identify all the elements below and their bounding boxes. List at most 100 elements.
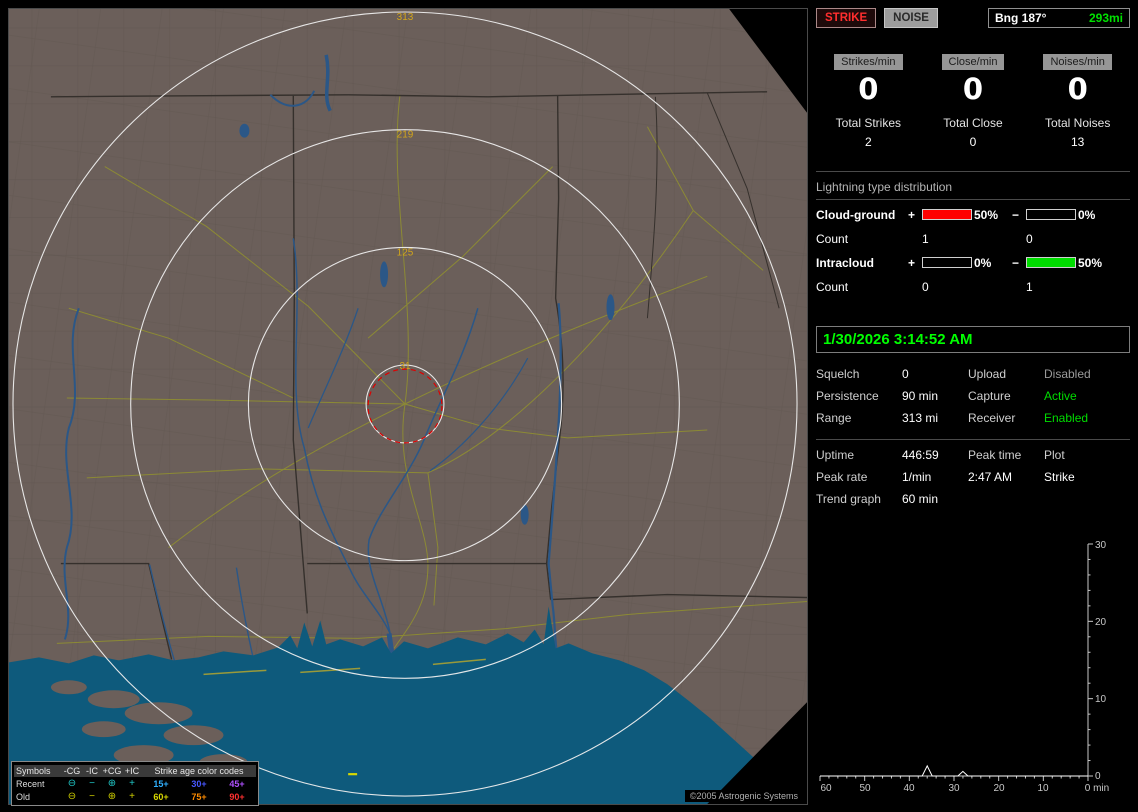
intracloud-label: Intracloud [816,255,875,270]
plot-value: Strike [1044,469,1075,484]
cloud-ground-count-row: Count 1 0 [816,230,1130,248]
noise-button[interactable]: NOISE [884,8,938,28]
total-close-value: 0 [969,134,977,149]
settings-grid: Squelch 0 Upload Disabled Persistence 90… [816,367,1130,425]
receiver-label: Receiver [968,410,1016,425]
count-label: Count [816,279,849,294]
map-legend: Symbols -CG -IC +CG +IC Strike age color… [11,761,259,806]
top-bar: STRIKE NOISE Bng 187° 293mi [816,8,1130,28]
ic-minus-bar-fill [1027,258,1075,268]
old-ic-plus-icon: + [129,791,135,802]
noises-per-min-label: Noises/min [1043,54,1112,70]
ic-plus-count: 0 [922,279,929,294]
cg-minus-bar [1026,209,1076,221]
x-tick-60: 60 [820,783,832,794]
plot-label: Plot [1044,447,1065,462]
receiver-status: Enabled [1044,410,1089,425]
range-ring-label: 31 [399,361,411,372]
trend-line [820,764,1088,777]
range-label: Range [816,410,852,425]
ic-minus-count: 1 [1026,279,1033,294]
distance-value: 293mi [1088,11,1123,25]
range-ring-label: 219 [397,130,414,141]
trend-window-value: 60 min [902,491,939,506]
close-per-min-value: 0 [962,72,984,106]
legend-col--ic: -IC [82,764,102,777]
total-strikes-label: Total Strikes [835,115,901,130]
x-tick-10: 10 [1037,783,1049,794]
legend-symbols-header: Symbols [14,764,62,777]
peak-rate-label: Peak rate [816,469,868,484]
age-code-45: 45+ [229,778,245,789]
range-ring-label: 125 [397,247,414,258]
distribution-title: Lightning type distribution [816,180,1130,200]
count-label: Count [816,231,849,246]
rate-values-row: 0 0 0 [816,72,1130,106]
capture-status: Active [1044,388,1077,403]
age-code-15: 15+ [153,778,169,789]
peak-time-label: Peak time [968,447,1022,462]
x-tick-40: 40 [903,783,915,794]
trend-graph-label: Trend graph [816,491,881,506]
old-cg-plus-icon: ⊕ [107,791,117,802]
recent-ic-minus-icon: − [89,778,95,789]
bearing-distance-box: Bng 187° 293mi [988,8,1130,28]
noises-per-min-value: 0 [1067,72,1088,106]
cloud-ground-row: Cloud-ground + 50% − 0% [816,206,1130,224]
total-noises-value: 13 [1070,134,1085,149]
ic-plus-pct: 0% [974,255,992,270]
cg-minus-count: 0 [1026,231,1033,246]
legend-age-header: Strike age color codes [142,764,256,777]
status-panel: STRIKE NOISE Bng 187° 293mi Strikes/min … [816,8,1130,804]
strikes-per-min-label: Strikes/min [834,54,903,70]
age-code-60: 60+ [153,791,169,802]
y-tick-10: 10 [1095,694,1107,705]
ic-minus-pct: 50% [1078,255,1103,270]
legend-old-label: Old [16,791,31,802]
bearing-value: Bng 187° [995,11,1047,25]
uptime-value: 446:59 [902,447,939,462]
recent-ic-plus-icon: + [129,778,135,789]
totals-row: Total Strikes Total Close Total Noises 2… [816,116,1130,149]
legend-col--cg: -CG [62,764,82,777]
cg-plus-count: 1 [922,231,929,246]
legend-col-pic: +IC [122,764,142,777]
strikes-per-min-value: 0 [858,72,879,106]
x-tick-30: 30 [948,783,960,794]
old-cg-minus-icon: ⊖ [67,791,77,802]
ic-minus-bar [1026,257,1076,269]
uptime-label: Uptime [816,447,855,462]
persistence-label: Persistence [816,388,879,403]
squelch-value: 0 [902,366,909,381]
upload-status: Disabled [1044,366,1091,381]
x-tick-50: 50 [859,783,871,794]
cloud-ground-label: Cloud-ground [816,207,896,222]
age-code-75: 75+ [191,791,207,802]
x-tick-20: 20 [993,783,1005,794]
total-strikes-value: 2 [864,134,872,149]
cg-plus-bar [922,209,972,221]
y-tick-20: 20 [1095,617,1107,628]
recent-cg-minus-icon: ⊖ [67,778,77,789]
y-tick-0: 0 [1095,771,1101,782]
strike-button[interactable]: STRIKE [816,8,877,28]
intracloud-row: Intracloud + 0% − 50% [816,254,1130,272]
legend-col-pcg: +CG [102,764,122,777]
squelch-label: Squelch [816,366,860,381]
cg-plus-pct: 50% [974,207,999,222]
cg-plus-bar-fill [923,210,971,220]
age-code-90: 90+ [229,791,245,802]
capture-label: Capture [968,388,1011,403]
map-view[interactable]: 313 219 125 31 Symbols -CG -IC +CG +IC S… [8,8,808,806]
old-ic-minus-icon: − [89,791,95,802]
cg-minus-pct: 0% [1078,207,1096,222]
trend-graph: 30 20 10 0 60 50 40 30 20 10 0 min [819,540,1109,794]
legend-recent-label: Recent [16,778,45,789]
persistence-value: 90 min [902,388,939,403]
strike-marker [348,773,358,776]
ic-plus-bar [922,257,972,269]
trend-ticks [819,543,1093,781]
range-value: 313 mi [902,410,939,425]
upload-label: Upload [968,366,1007,381]
plus-sign: + [908,255,916,270]
